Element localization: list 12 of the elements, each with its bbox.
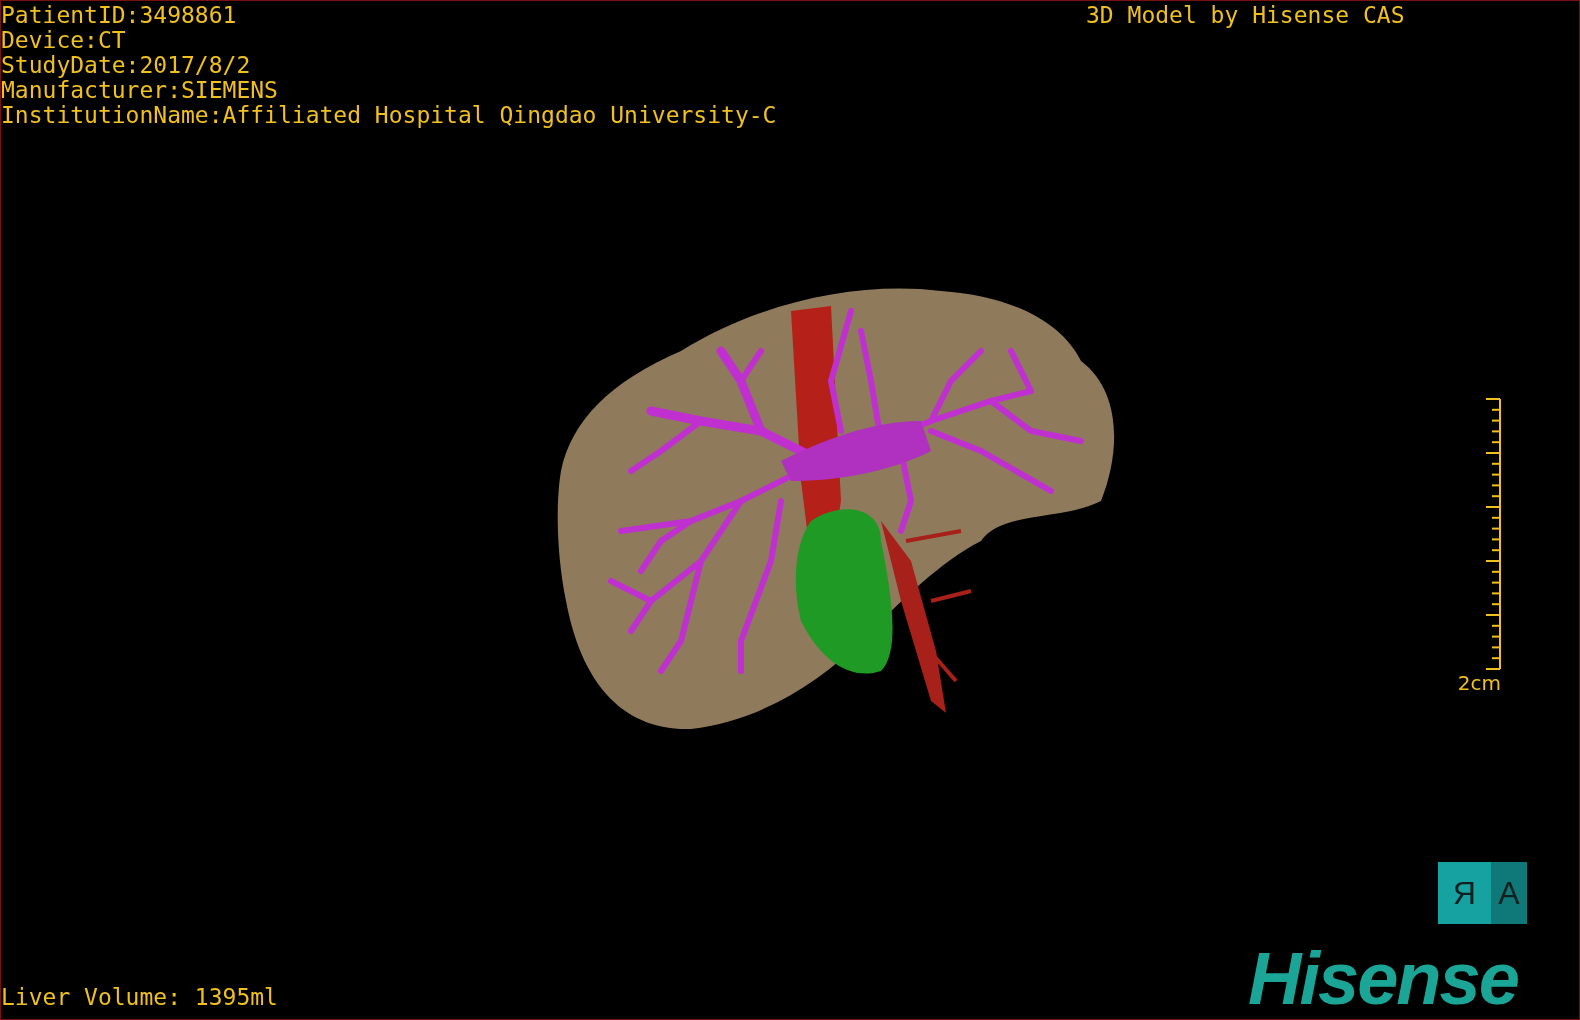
liver-volume-text: Liver Volume: 1395ml [1, 985, 278, 1010]
patient-info-text: PatientID:3498861 [1, 3, 238, 28]
cube-face-label: A [1491, 862, 1527, 924]
patient-info-text: Manufacturer:SIEMENS [1, 78, 279, 103]
viewer-title: 3D Model by Hisense CAS [1086, 3, 1405, 28]
patient-info-text: StudyDate:2017/8/2 [1, 53, 252, 78]
patient-info-text: Device:CT [1, 28, 127, 53]
orientation-cube[interactable]: R A [1438, 862, 1527, 924]
patient-info-text: InstitutionName:Affiliated Hospital Qingdao University-C [1, 103, 777, 128]
scale-label: 2cm [1457, 671, 1501, 695]
brand-logo: Hisense [1248, 939, 1518, 1019]
cube-face-label: R [1438, 862, 1491, 924]
